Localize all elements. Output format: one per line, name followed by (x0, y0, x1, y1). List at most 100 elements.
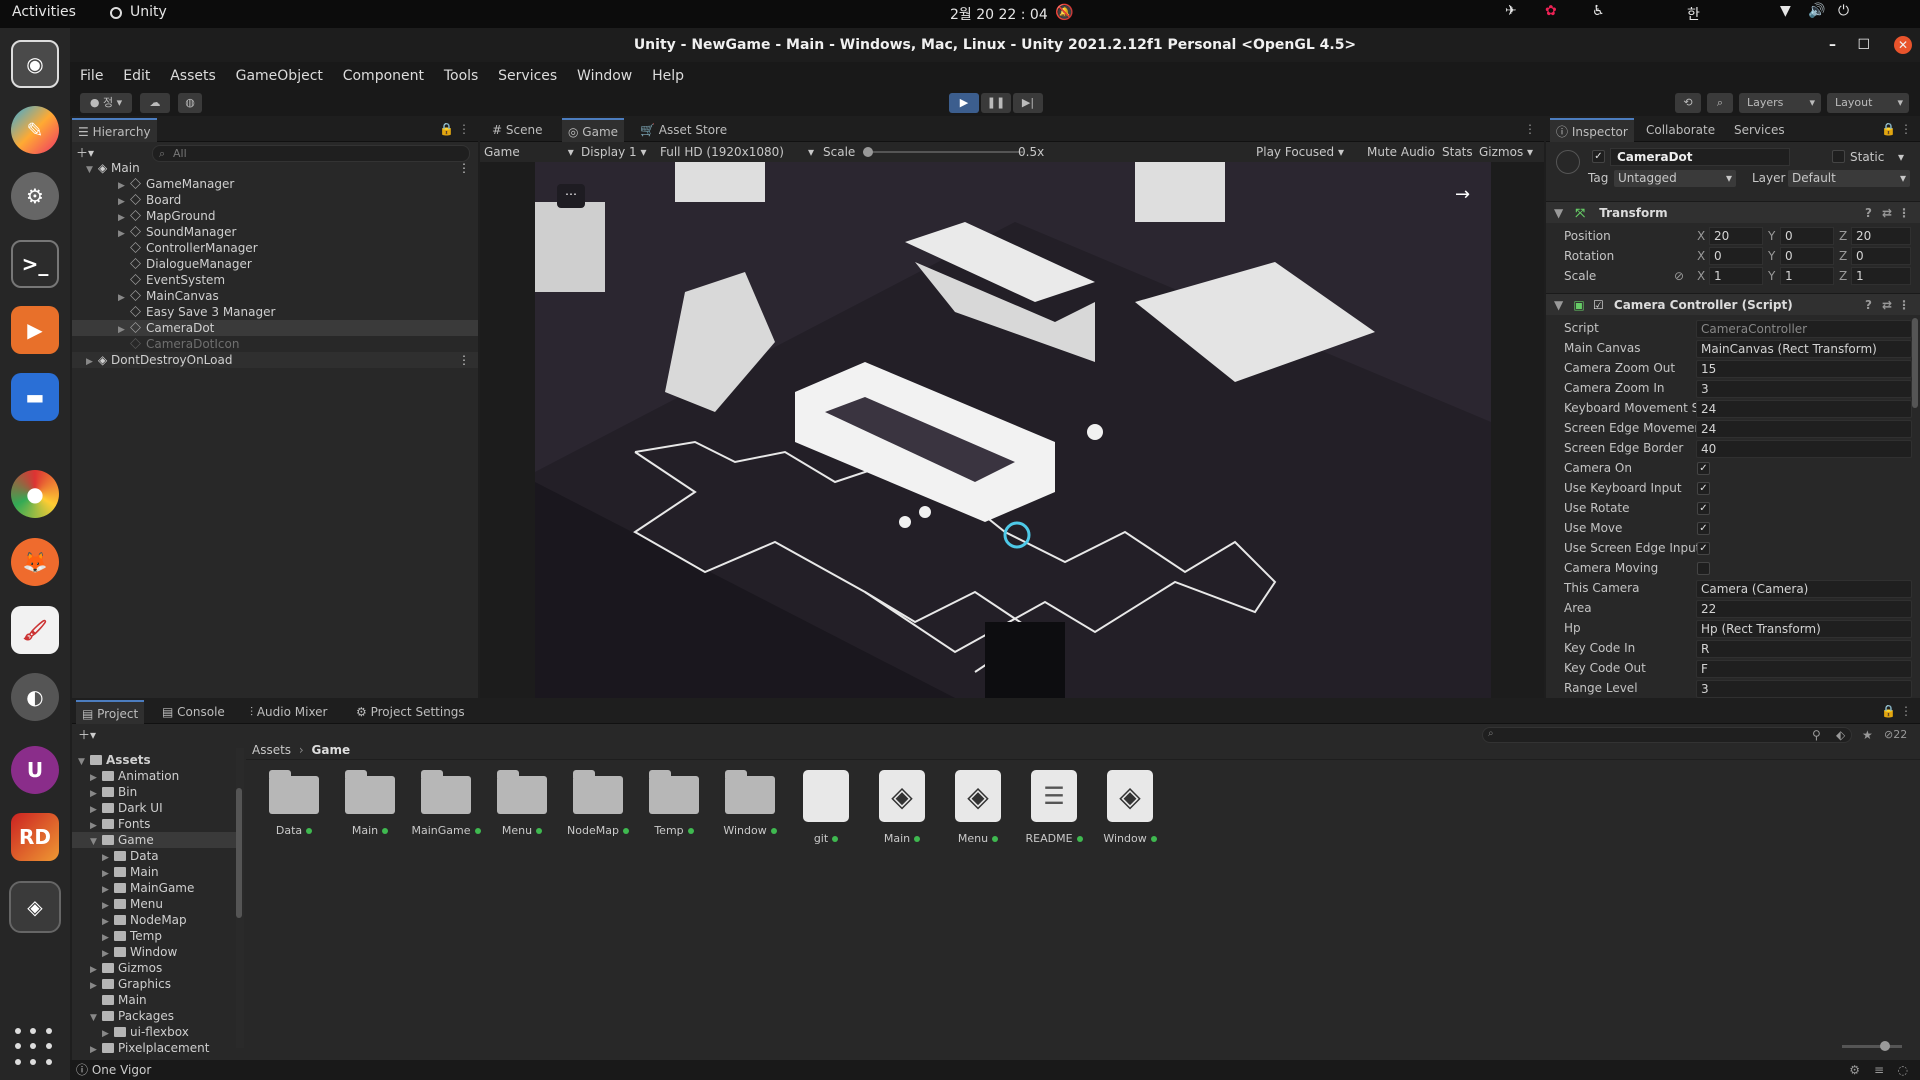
tab-collaborate[interactable]: Collaborate (1640, 118, 1721, 142)
field-value[interactable]: 22 (1696, 600, 1912, 618)
field-checkbox[interactable]: ✓ (1697, 542, 1710, 555)
terminal-icon[interactable]: >_ (11, 240, 59, 288)
unity-hub-icon[interactable]: ◈ (9, 881, 61, 933)
rider-icon[interactable]: RD (11, 813, 59, 861)
gizmos-dropdown[interactable]: Gizmos ▾ (1479, 142, 1533, 162)
help-icon[interactable]: ? (1865, 294, 1872, 316)
accessibility-icon[interactable]: ♿ (1592, 3, 1605, 19)
app-icon[interactable]: ◐ (11, 673, 59, 721)
minimize-button[interactable]: – (1829, 28, 1836, 62)
position-z-field[interactable]: 20 (1851, 227, 1911, 245)
asset-item[interactable]: Data (258, 770, 330, 837)
hierarchy-item-dialoguemanager[interactable]: DialogueManager (72, 256, 478, 272)
asset-item[interactable]: ◈ Menu (942, 770, 1014, 845)
active-checkbox[interactable]: ✓ (1592, 150, 1605, 163)
tab-console[interactable]: ▤ Console (156, 700, 231, 724)
hierarchy-item-soundmanager[interactable]: ▶ SoundManager (72, 224, 478, 240)
tab-services[interactable]: Services (1728, 118, 1791, 142)
hierarchy-item-cameradoticon[interactable]: CameraDotIcon (72, 336, 478, 352)
more-menu-icon[interactable]: ⋮ (1524, 122, 1536, 136)
clock[interactable]: 2월 20 22 : 04 (950, 4, 1048, 24)
field-checkbox[interactable]: ✓ (1697, 522, 1710, 535)
tree-item[interactable]: ▶ Window (72, 944, 242, 960)
position-x-field[interactable]: 20 (1709, 227, 1763, 245)
menu-help[interactable]: Help (644, 62, 692, 90)
game-menu-button[interactable]: ⋯ (557, 184, 585, 208)
field-value[interactable]: F (1696, 660, 1912, 678)
activities-button[interactable]: Activities (12, 4, 76, 20)
help-icon[interactable]: ? (1865, 202, 1872, 224)
layers-dropdown[interactable]: Layers ▾ (1739, 93, 1821, 113)
history-icon[interactable]: ⟲ (1675, 93, 1701, 113)
tab-game[interactable]: ◎ Game (562, 118, 625, 142)
lock-icon[interactable]: 🔒 (1881, 704, 1896, 718)
asset-item[interactable]: Menu (486, 770, 558, 837)
more-menu-icon[interactable]: ⋮ (1900, 704, 1912, 718)
cloud-icon[interactable]: ☁ (140, 93, 170, 113)
tab-project[interactable]: ▤ Project (76, 700, 145, 724)
field-value[interactable]: 3 (1696, 380, 1912, 398)
field-checkbox[interactable]: ✓ (1697, 482, 1710, 495)
color-tray-icon[interactable]: ✿ (1545, 3, 1557, 19)
hierarchy-item-eventsystem[interactable]: EventSystem (72, 272, 478, 288)
asset-item[interactable]: Temp (638, 770, 710, 837)
scene-options-icon[interactable]: ⋮ (458, 160, 470, 176)
wifi-icon[interactable]: ▼ (1780, 3, 1791, 19)
static-dropdown-icon[interactable]: ▾ (1898, 150, 1904, 164)
field-value[interactable]: R (1696, 640, 1912, 658)
component-menu-icon[interactable]: ⋮ (1898, 202, 1910, 224)
tree-item[interactable]: ▶ Main (72, 864, 242, 880)
next-arrow-button[interactable]: → (1455, 184, 1470, 205)
play-button[interactable]: ▶ (949, 93, 979, 113)
field-checkbox[interactable] (1697, 562, 1710, 575)
ubuntu-software-icon[interactable]: U (11, 746, 59, 794)
field-value[interactable]: MainCanvas (Rect Transform) (1696, 340, 1912, 358)
tree-item[interactable]: ▶ Gizmos (72, 960, 242, 976)
field-value[interactable]: Hp (Rect Transform) (1696, 620, 1912, 638)
lock-icon[interactable]: 🔒 (1881, 122, 1896, 136)
tag-dropdown[interactable]: Untagged ▾ (1614, 170, 1736, 187)
tree-item[interactable]: ▼ Assets (72, 752, 242, 768)
debug-icon[interactable]: ⚙ (1849, 1060, 1860, 1080)
hierarchy-item-board[interactable]: ▶ Board (72, 192, 478, 208)
scene-row-dontdestroyonload[interactable]: ▶ ◈ DontDestroyOnLoad ⋮ (72, 352, 478, 368)
rotation-y-field[interactable]: 0 (1780, 247, 1834, 265)
asset-item[interactable]: NodeMap (562, 770, 634, 837)
scale-slider[interactable] (863, 151, 1023, 153)
power-icon[interactable]: ⏻ (1838, 3, 1849, 19)
game-view-dropdown[interactable]: Game ▾ (484, 142, 574, 162)
asset-item[interactable]: ◈ Window (1094, 770, 1166, 845)
asset-item[interactable]: Main (334, 770, 406, 837)
menu-component[interactable]: Component (335, 62, 432, 90)
field-value[interactable]: Camera (Camera) (1696, 580, 1912, 598)
breadcrumb-game[interactable]: Game (312, 743, 351, 757)
field-value[interactable]: 24 (1696, 420, 1912, 438)
media-player-icon[interactable]: ▶ (11, 306, 59, 354)
tree-item[interactable]: ▼ Game (72, 832, 242, 848)
hierarchy-item-maincanvas[interactable]: ▶ MainCanvas (72, 288, 478, 304)
telegram-tray-icon[interactable]: ✈ (1505, 3, 1517, 19)
menu-file[interactable]: File (72, 62, 111, 90)
preset-icon[interactable]: ⇄ (1882, 202, 1892, 224)
chrome-icon[interactable]: ● (11, 470, 59, 518)
lock-icon[interactable]: 🔒 (439, 122, 454, 136)
tree-item[interactable]: ▶ ui-flexbox (72, 1024, 242, 1040)
field-value[interactable]: CameraController (1696, 320, 1912, 338)
tree-item[interactable]: ▶ Fonts (72, 816, 242, 832)
asset-item[interactable]: Window (714, 770, 786, 837)
tree-item[interactable]: ▶ Dark UI (72, 800, 242, 816)
field-checkbox[interactable]: ✓ (1697, 502, 1710, 515)
drawing-app-icon[interactable]: 🖌 (11, 606, 59, 654)
pause-button[interactable]: ❚❚ (981, 93, 1011, 113)
firefox-icon[interactable]: 🦊 (11, 538, 59, 586)
tab-asset-store[interactable]: 🛒 Asset Store (634, 118, 733, 142)
hierarchy-item-mapground[interactable]: ▶ MapGround (72, 208, 478, 224)
field-checkbox[interactable]: ✓ (1697, 462, 1710, 475)
tree-item[interactable]: ▶ Temp (72, 928, 242, 944)
app-menu[interactable]: Unity (130, 4, 167, 20)
input-method-indicator[interactable]: 한 (1687, 4, 1700, 24)
close-button[interactable]: ✕ (1894, 36, 1912, 54)
tree-item[interactable]: ▶ Graphics (72, 976, 242, 992)
progress-icon[interactable]: ◌ (1898, 1060, 1908, 1080)
file-manager-icon[interactable]: ▬ (11, 373, 59, 421)
